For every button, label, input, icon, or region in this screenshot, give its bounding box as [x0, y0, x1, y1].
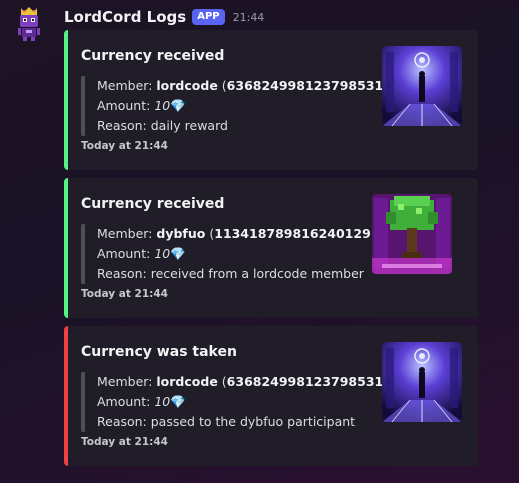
amount-line: Amount: 10💎 — [97, 246, 186, 261]
member-name: dybfuo — [156, 226, 206, 241]
amount-line: Amount: 10💎 — [97, 98, 186, 113]
embed-fields: Member: dybfuo (1134187898162401291) Amo… — [81, 224, 384, 284]
embed-thumbnail[interactable] — [382, 46, 462, 126]
bot-avatar[interactable] — [14, 6, 44, 42]
app-badge: APP — [192, 9, 225, 25]
gem-icon: 💎 — [170, 246, 186, 261]
embed-title: Currency received — [81, 48, 225, 64]
robot-king-avatar-icon — [18, 7, 40, 41]
member-name: lordcode — [156, 78, 218, 93]
reason-line: Reason: passed to the dybfuo participant — [97, 414, 356, 429]
amount-value: 10 — [154, 394, 171, 409]
embed-thumbnail[interactable] — [372, 194, 452, 274]
amount-line: Amount: 10💎 — [97, 394, 186, 409]
neon-corridor-figure-image — [382, 46, 462, 126]
member-id: 636824998123798531 — [226, 78, 384, 93]
gem-icon: 💎 — [170, 98, 186, 113]
embed-fields: Member: lordcode (636824998123798531) Am… — [81, 372, 388, 432]
member-id: 636824998123798531 — [226, 374, 384, 389]
amount-value: 10 — [154, 98, 171, 113]
embed-card: Currency received Member: dybfuo (113418… — [64, 178, 478, 318]
member-line: Member: lordcode (636824998123798531) — [97, 78, 388, 93]
amount-value: 10 — [154, 246, 171, 261]
pixel-tree-image — [372, 194, 452, 274]
embed-fields: Member: lordcode (636824998123798531) Am… — [81, 76, 388, 136]
message-header: LordCord Logs APP 21:44 — [64, 6, 264, 28]
embed-card: Currency was taken Member: lordcode (636… — [64, 326, 478, 466]
member-id: 1134187898162401291 — [214, 226, 380, 241]
embed-footer: Today at 21:44 — [81, 140, 168, 152]
reason-line: Reason: received from a lordcode member — [97, 266, 364, 281]
embed-title: Currency received — [81, 196, 225, 212]
gem-icon: 💎 — [170, 394, 186, 409]
bot-name[interactable]: LordCord Logs — [64, 8, 186, 26]
embed-thumbnail[interactable] — [382, 342, 462, 422]
embed-title: Currency was taken — [81, 344, 237, 360]
neon-corridor-figure-image — [382, 342, 462, 422]
embed-footer: Today at 21:44 — [81, 436, 168, 448]
member-name: lordcode — [156, 374, 218, 389]
message-timestamp[interactable]: 21:44 — [233, 11, 265, 24]
embed-card: Currency received Member: lordcode (6368… — [64, 30, 478, 170]
member-line: Member: dybfuo (1134187898162401291) — [97, 226, 384, 241]
reason-line: Reason: daily reward — [97, 118, 228, 133]
member-line: Member: lordcode (636824998123798531) — [97, 374, 388, 389]
embed-footer: Today at 21:44 — [81, 288, 168, 300]
